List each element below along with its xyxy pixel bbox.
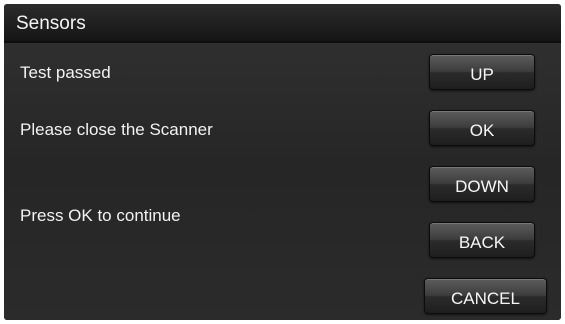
cancel-button[interactable]: CANCEL [424, 278, 547, 314]
sensors-screen: Sensors [4, 4, 561, 320]
ok-button-label: OK [469, 121, 495, 140]
back-button-label: BACK [458, 233, 506, 252]
up-button[interactable]: UP [429, 54, 535, 90]
back-button[interactable]: BACK [429, 222, 535, 258]
cancel-button-label: CANCEL [451, 289, 520, 308]
instruction-message: Please close the Scanner [20, 120, 213, 139]
status-message: Test passed [20, 63, 111, 82]
title-bar: Sensors [4, 4, 561, 41]
down-button[interactable]: DOWN [429, 166, 535, 202]
ok-button[interactable]: OK [429, 110, 535, 146]
continue-message: Press OK to continue [20, 206, 181, 225]
down-button-label: DOWN [455, 177, 509, 196]
up-button-label: UP [470, 65, 494, 84]
page-title: Sensors [16, 13, 86, 34]
